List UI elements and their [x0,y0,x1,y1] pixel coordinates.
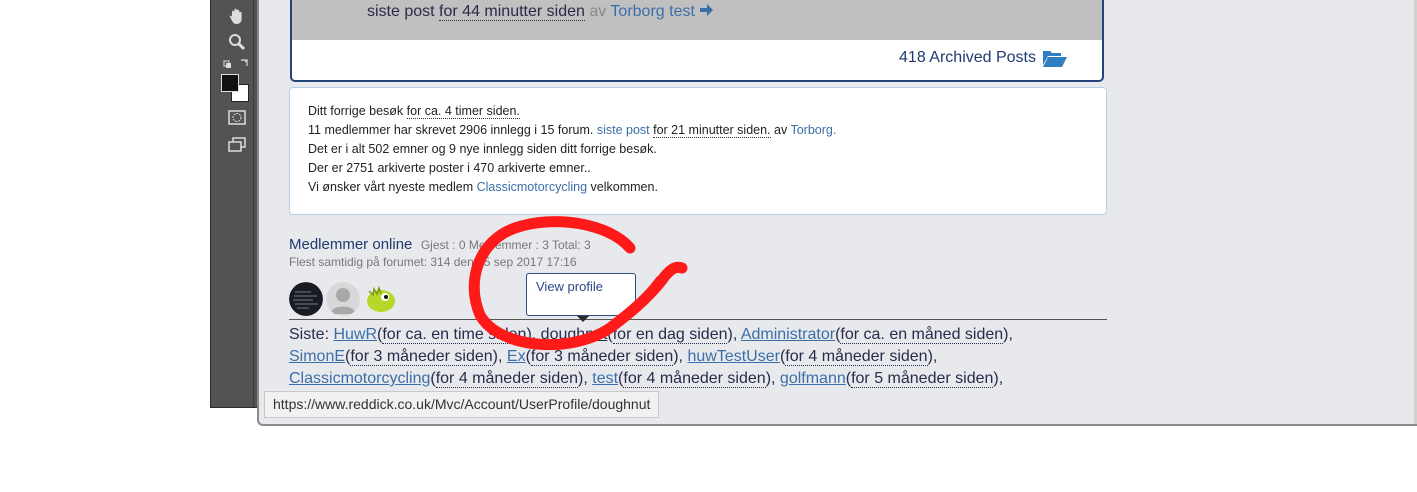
user-link-huwr[interactable]: HuwR [333,326,377,343]
stats-archived-line: Der er 2751 arkiverte poster i 470 arkiv… [308,161,591,175]
stats-last-visit: Ditt forrige besøk for ca. 4 timer siden… [308,102,1106,121]
avatar[interactable] [363,282,397,316]
recent-user: Classicmotorcycling(for 4 måneder siden)… [289,370,588,388]
last-post-row: siste post for 44 minutter siden av Torb… [292,0,1102,40]
forum-stats-box: Ditt forrige besøk for ca. 4 timer siden… [289,87,1107,215]
newest-member-label: Vi ønsker vårt nyeste medlem [308,180,474,194]
archived-posts-label: 418 Archived Posts [899,49,1036,66]
members-posts-text: 11 medlemmer har skrevet 2906 innlegg i … [308,123,594,137]
avatar[interactable] [326,282,360,316]
stats-by-label: av [774,123,788,137]
user-time: for 5 måneder siden [851,370,994,388]
user-link-simone[interactable]: SimonE [289,348,345,365]
code-avatar-icon [289,282,323,316]
quick-mask-icon[interactable] [227,108,247,128]
divider [289,319,1107,320]
recent-user: golfmann(for 5 måneder siden), [779,370,1004,388]
user-time: for ca. en måned siden [840,326,1004,344]
stats-last-post-link[interactable]: siste post [597,123,650,137]
stats-newest-member-line: Vi ønsker vårt nyeste medlem Classicmoto… [308,178,1106,197]
stats-topics-line: Det er i alt 502 emner og 9 nye innlegg … [308,142,657,156]
hand-tool-icon[interactable] [227,6,247,26]
default-user-icon [326,282,360,316]
forum-panel: siste post for 44 minutter siden av Torb… [290,0,1104,82]
recent-user: Administrator(for ca. en måned siden), [740,326,1013,344]
stats-last-post-time: for 21 minutter siden. [653,123,771,138]
user-link-golfmann[interactable]: golfmann [780,370,846,387]
last-post-line: siste post for 44 minutter siden av Torb… [367,3,714,21]
stats-members-line: 11 medlemmer har skrevet 2906 innlegg i … [308,121,1106,140]
user-link-administrator[interactable]: Administrator [741,326,835,343]
foreground-color-swatch[interactable] [221,74,239,92]
avatar[interactable] [289,282,323,316]
screen-mode-icon[interactable] [227,136,247,156]
recent-user: test(for 4 måneder siden), [592,370,776,388]
welcome-text: velkommen. [590,180,658,194]
archived-posts-link[interactable]: 418 Archived Posts [899,48,1068,68]
by-label: av [589,3,607,20]
status-bar-url: https://www.reddick.co.uk/Mvc/Account/Us… [264,391,660,418]
last-post-author-link[interactable]: Torborg test [610,3,694,20]
stats-last-post-user-link[interactable]: Torborg. [790,123,836,137]
newest-member-link[interactable]: Classicmotorcycling [477,180,587,194]
online-title: Medlemmer online [289,236,413,253]
zoom-tool-icon[interactable] [227,32,247,52]
photoshop-toolbar [210,0,260,408]
user-link-huwtestuser[interactable]: huwTestUser [687,348,779,365]
user-time: for 4 måneder siden [785,348,928,366]
swap-colors-icon[interactable] [223,54,251,74]
user-time: for 4 måneder siden [435,370,579,388]
online-record: Flest samtidig på forumet: 314 den 05 se… [289,255,577,269]
recent-user: huwTestUser(for 4 måneder siden), [687,348,938,366]
user-link-classicmotorcycling[interactable]: Classicmotorcycling [289,370,430,387]
red-annotation-circle [468,216,688,351]
lizard-avatar-icon [367,285,395,312]
last-post-time: for 44 minutter siden [439,3,585,21]
user-link-test[interactable]: test [592,370,618,387]
arrow-right-icon[interactable] [699,3,714,17]
toolbar-strip [215,0,254,407]
last-visit-time: for ca. 4 timer siden. [406,104,520,119]
last-visit-label: Ditt forrige besøk [308,104,404,118]
last-post-label: siste post [367,3,435,20]
recent-label: Siste: [289,326,330,343]
online-members-section: Medlemmer online Gjest : 0 Medlemmer : 3… [289,236,1109,269]
browser-viewport: siste post for 44 minutter siden av Torb… [257,0,1417,426]
folder-open-icon [1043,51,1067,67]
online-avatars [289,282,397,316]
user-time: for 4 måneder siden [623,370,766,388]
